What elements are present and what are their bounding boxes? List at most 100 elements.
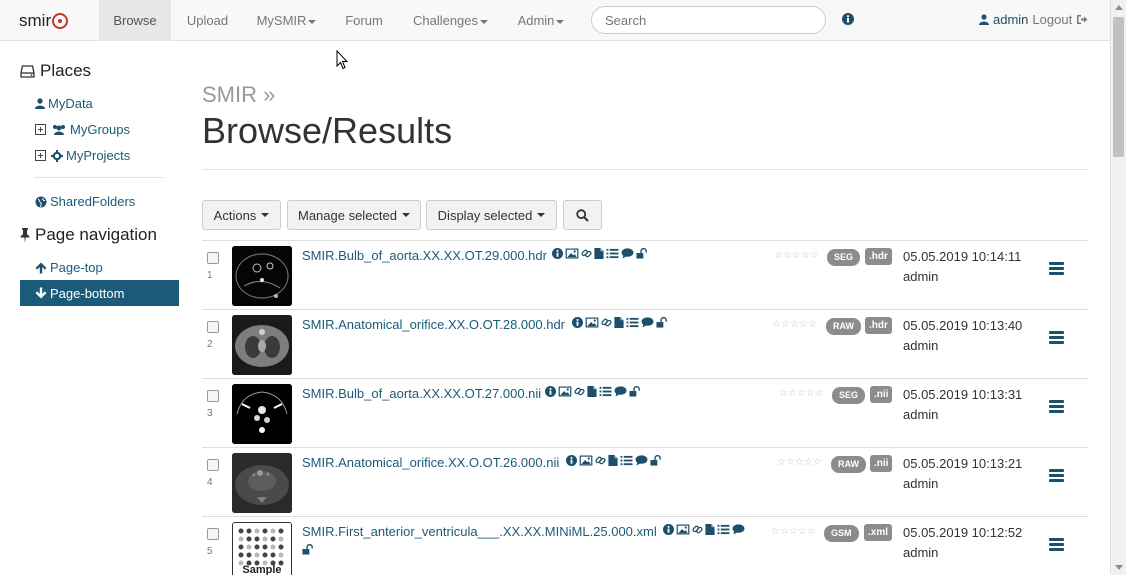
scrollbar-thumb[interactable] [1113, 17, 1124, 157]
star-icon[interactable]: ☆ [807, 526, 816, 538]
comment-icon[interactable] [641, 317, 654, 328]
search-input[interactable] [591, 6, 826, 34]
unlock-icon[interactable] [302, 544, 313, 555]
star-icon[interactable]: ☆ [813, 457, 822, 469]
unlock-icon[interactable] [629, 386, 640, 397]
star-icon[interactable]: ☆ [789, 526, 798, 538]
nav-upload[interactable]: Upload [171, 0, 244, 41]
sidebar-item-page-bottom[interactable]: Page-bottom [20, 280, 179, 306]
hamburger-menu-icon[interactable] [1049, 400, 1064, 413]
star-icon[interactable]: ☆ [801, 250, 810, 262]
unlock-icon[interactable] [656, 317, 667, 328]
sidebar-item-myprojects[interactable]: MyProjects [35, 148, 130, 163]
file-name-link[interactable]: SMIR.Bulb_of_aorta.XX.XX.OT.29.000.hdr [302, 248, 547, 263]
nav-forum[interactable]: Forum [329, 0, 399, 41]
star-icon[interactable]: ☆ [788, 388, 797, 400]
sidebar-item-mygroups[interactable]: MyGroups [35, 122, 130, 137]
star-icon[interactable]: ☆ [815, 388, 824, 400]
rating-stars[interactable]: ☆ ☆ ☆ ☆ ☆ [772, 319, 817, 331]
star-icon[interactable]: ☆ [783, 250, 792, 262]
sidebar-item-page-top[interactable]: Page-top [35, 260, 103, 275]
star-icon[interactable]: ☆ [786, 457, 795, 469]
page-scrollbar[interactable] [1110, 0, 1126, 575]
thumbnail-image[interactable] [232, 453, 292, 513]
thumbnail-image[interactable] [232, 384, 292, 444]
logout-link[interactable]: Logout [1032, 12, 1072, 27]
list-icon[interactable] [626, 317, 639, 328]
list-icon[interactable] [599, 386, 612, 397]
image-icon[interactable] [558, 386, 572, 397]
star-icon[interactable]: ☆ [795, 457, 804, 469]
sidebar-item-sharedfolders[interactable]: SharedFolders [35, 194, 135, 209]
star-icon[interactable]: ☆ [781, 319, 790, 331]
hamburger-menu-icon[interactable] [1049, 331, 1064, 344]
hamburger-menu-icon[interactable] [1049, 262, 1064, 275]
info-icon[interactable] [572, 317, 583, 328]
row-checkbox[interactable] [207, 321, 219, 333]
file-icon[interactable] [614, 317, 624, 328]
unlock-icon[interactable] [650, 455, 661, 466]
file-name-link[interactable]: SMIR.Anatomical_orifice.XX.O.OT.26.000.n… [302, 455, 559, 470]
rating-stars[interactable]: ☆ ☆ ☆ ☆ ☆ [779, 388, 824, 400]
rating-stars[interactable]: ☆ ☆ ☆ ☆ ☆ [771, 526, 816, 538]
row-checkbox[interactable] [207, 252, 219, 264]
star-icon[interactable]: ☆ [771, 526, 780, 538]
brand-logo[interactable]: smir [19, 11, 69, 31]
image-icon[interactable] [585, 317, 599, 328]
star-icon[interactable]: ☆ [792, 250, 801, 262]
sign-out-icon[interactable] [1076, 14, 1088, 25]
star-icon[interactable]: ☆ [797, 388, 806, 400]
search-button[interactable] [563, 200, 602, 230]
scroll-down-arrow-icon[interactable] [1115, 565, 1123, 570]
star-icon[interactable]: ☆ [774, 250, 783, 262]
list-icon[interactable] [620, 455, 633, 466]
comment-icon[interactable] [635, 455, 648, 466]
list-icon[interactable] [606, 248, 619, 259]
nav-mysmir[interactable]: MySMIR [244, 0, 329, 41]
file-name-link[interactable]: SMIR.Anatomical_orifice.XX.O.OT.28.000.h… [302, 317, 565, 332]
thumbnail-image[interactable] [232, 246, 292, 306]
file-icon[interactable] [705, 524, 715, 535]
nav-challenges[interactable]: Challenges [399, 0, 502, 41]
file-icon[interactable] [587, 386, 597, 397]
row-checkbox[interactable] [207, 528, 219, 540]
star-icon[interactable]: ☆ [772, 319, 781, 331]
info-icon[interactable] [663, 524, 674, 535]
image-icon[interactable] [676, 524, 690, 535]
list-icon[interactable] [717, 524, 730, 535]
sidebar-item-mydata[interactable]: MyData [35, 96, 93, 111]
info-icon[interactable] [566, 455, 577, 466]
rating-stars[interactable]: ☆ ☆ ☆ ☆ ☆ [774, 250, 819, 262]
hamburger-menu-icon[interactable] [1049, 538, 1064, 551]
breadcrumb[interactable]: SMIR » [202, 82, 275, 108]
link-icon[interactable] [692, 524, 703, 535]
link-icon[interactable] [574, 386, 585, 397]
image-icon[interactable] [579, 455, 593, 466]
file-name-link[interactable]: SMIR.First_anterior_ventricula___.XX.XX.… [302, 524, 657, 539]
comment-icon[interactable] [621, 248, 634, 259]
file-name-link[interactable]: SMIR.Bulb_of_aorta.XX.XX.OT.27.000.nii [302, 386, 541, 401]
link-icon[interactable] [581, 248, 592, 259]
star-icon[interactable]: ☆ [790, 319, 799, 331]
file-icon[interactable] [594, 248, 604, 259]
scroll-up-arrow-icon[interactable] [1115, 5, 1123, 10]
row-checkbox[interactable] [207, 459, 219, 471]
comment-icon[interactable] [732, 524, 745, 535]
thumbnail-image[interactable] [232, 315, 292, 375]
star-icon[interactable]: ☆ [808, 319, 817, 331]
row-checkbox[interactable] [207, 390, 219, 402]
image-icon[interactable] [565, 248, 579, 259]
info-icon[interactable] [545, 386, 556, 397]
file-icon[interactable] [608, 455, 618, 466]
nav-browse[interactable]: Browse [99, 0, 171, 41]
link-icon[interactable] [595, 455, 606, 466]
display-selected-button[interactable]: Display selected [426, 200, 557, 230]
hamburger-menu-icon[interactable] [1049, 469, 1064, 482]
star-icon[interactable]: ☆ [799, 319, 808, 331]
star-icon[interactable]: ☆ [780, 526, 789, 538]
expand-icon[interactable] [35, 124, 46, 135]
star-icon[interactable]: ☆ [806, 388, 815, 400]
thumbnail-image[interactable]: Sample [232, 522, 292, 575]
manage-selected-button[interactable]: Manage selected [287, 200, 421, 230]
star-icon[interactable]: ☆ [804, 457, 813, 469]
